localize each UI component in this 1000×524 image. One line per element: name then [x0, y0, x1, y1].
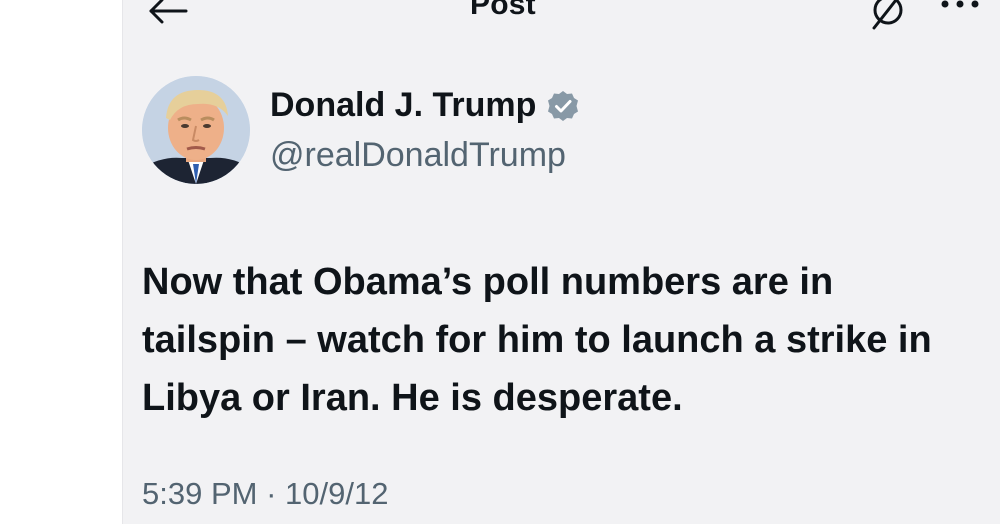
post-text-line: tailspin – watch for him to launch a str…: [142, 319, 932, 361]
share-icon[interactable]: [866, 0, 910, 34]
verified-badge-icon: [546, 89, 580, 123]
post-time: 5:39 PM: [142, 476, 258, 511]
more-horizontal-icon[interactable]: [936, 0, 986, 16]
post-text: Now that Obama’s poll numbers are in tai…: [142, 253, 1000, 427]
arrow-left-icon[interactable]: [148, 0, 188, 26]
left-margin: [0, 0, 122, 524]
author-name-text: Donald J. Trump: [270, 86, 537, 124]
post-date: 10/9/12: [285, 476, 389, 511]
author-name[interactable]: Donald J. Trump: [270, 86, 580, 125]
post-text-line: Now that Obama’s poll numbers are in: [142, 261, 834, 303]
post-timestamp[interactable]: 5:39 PM · 10/9/12: [142, 476, 388, 512]
post-header: Post: [0, 0, 1000, 40]
post-text-line: Libya or Iran. He is desperate.: [142, 377, 683, 419]
author-handle[interactable]: @realDonaldTrump: [270, 136, 566, 175]
avatar[interactable]: [142, 76, 250, 184]
page-title: Post: [470, 0, 536, 21]
timestamp-separator: ·: [266, 476, 277, 511]
screenshot-frame: Post Donald J. Trump @realDonaldTrump No…: [0, 0, 1000, 524]
